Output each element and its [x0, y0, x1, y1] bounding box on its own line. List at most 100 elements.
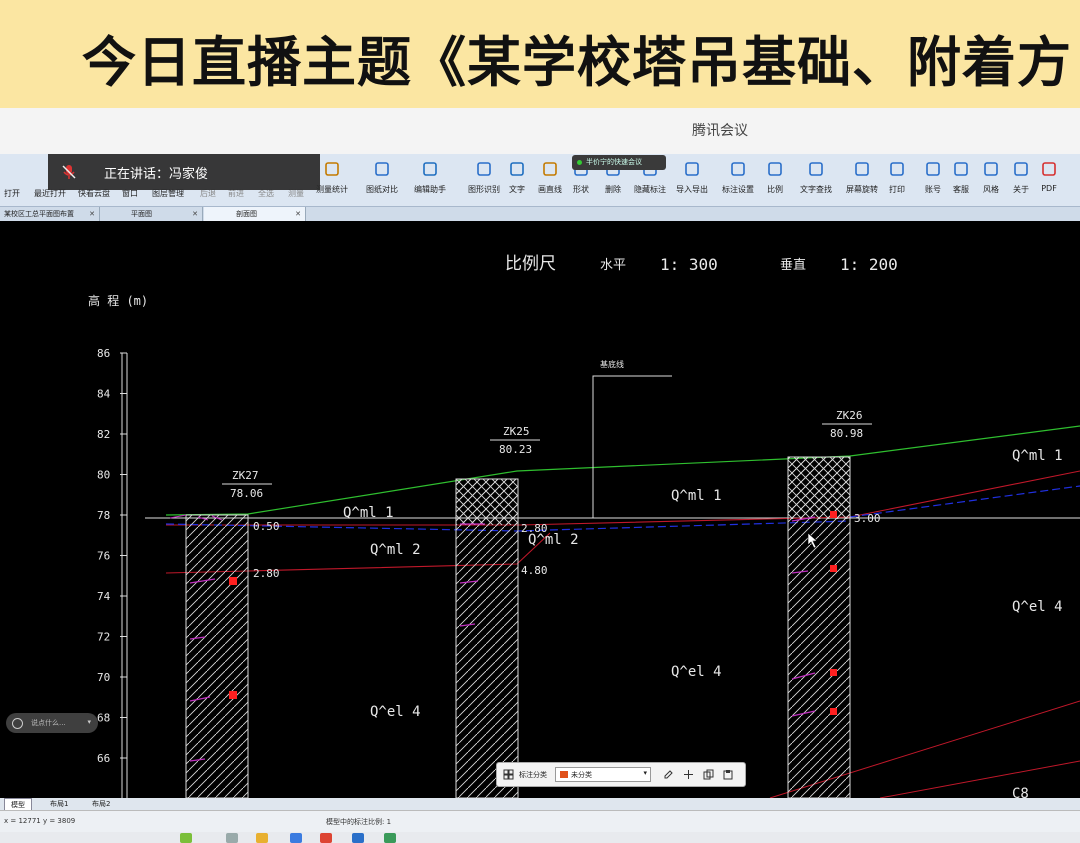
banner-title: 今日直播主题《某学校塔吊基础、附着方: [82, 31, 1072, 94]
toolbar-button[interactable]: 图形识别: [468, 156, 500, 204]
doc-tab-plan[interactable]: 平面图 ✕: [101, 207, 203, 221]
strata-boundary-4: [879, 760, 1080, 798]
toolbar-button[interactable]: 打印: [888, 156, 906, 204]
sample-marker: [830, 708, 837, 715]
toolbar-button[interactable]: 导入导出: [676, 156, 708, 204]
borehole-zk25-fill: [456, 479, 518, 525]
layout-tabs: 模型 布局1 布局2: [0, 798, 1080, 811]
y-axis-tick-label: 76: [97, 550, 110, 563]
toolbar-button[interactable]: 图纸对比: [366, 156, 398, 204]
app-taskbar-icon[interactable]: [320, 833, 332, 843]
annotation-category-select[interactable]: 未分类 ▾: [555, 767, 651, 782]
grid-icon[interactable]: [503, 769, 514, 780]
doc-tab-label: 剖面图: [236, 210, 257, 218]
doc-tab-label: 平面图: [131, 210, 152, 218]
toolbar-button-label: 打印: [889, 185, 905, 194]
print-icon: [888, 160, 906, 178]
toolbar-button-label: 屏幕旋转: [846, 185, 878, 194]
app-taskbar-icon[interactable]: [180, 833, 192, 843]
toolbar-button-label: 隐藏标注: [634, 185, 666, 194]
toolbar-button[interactable]: 文字查找: [800, 156, 832, 204]
borehole-elev: 78.06: [230, 487, 263, 500]
sample-marker: [830, 669, 837, 676]
toolbar-button[interactable]: 文字: [508, 156, 526, 204]
toolbar-button[interactable]: 关于: [1012, 156, 1030, 204]
cursor-coordinates: x = 12771 y = 3809: [4, 817, 76, 825]
annotation-category-label: 标注分类: [519, 771, 547, 779]
scale-vertical-label: 垂直: [780, 258, 806, 273]
base-line-label: 基底线: [600, 359, 624, 369]
layer-label: C8: [1012, 786, 1029, 798]
toolbar-button[interactable]: 屏幕旋转: [846, 156, 878, 204]
chevron-down-icon[interactable]: ▾: [87, 718, 91, 726]
section-drawing: 比例尺 水平 1: 300 垂直 1: 200 高 程 (m) 86 84 82 80…: [88, 254, 1080, 798]
toolbar-button[interactable]: 画直线: [538, 156, 562, 204]
toolbar-button-label: 画直线: [538, 185, 562, 194]
y-axis-tick-label: 70: [97, 671, 110, 684]
ground-surface-line: [165, 425, 1080, 516]
layer-label: Q^ml 1: [671, 488, 722, 504]
layout-tab-1[interactable]: 布局1: [44, 798, 74, 810]
app-taskbar-icon[interactable]: [384, 833, 396, 843]
text-icon: [508, 160, 526, 178]
y-axis-tick-label: 66: [97, 752, 110, 765]
toolbar-button[interactable]: 测量统计: [316, 156, 348, 204]
toolbar-button-label: PDF: [1041, 184, 1057, 193]
cad-drawing-canvas[interactable]: 比例尺 水平 1: 300 垂直 1: 200 高 程 (m) 86 84 82 80…: [0, 221, 1080, 798]
close-icon[interactable]: ✕: [295, 207, 301, 221]
layer-label: Q^el 4: [370, 704, 421, 720]
water-line-right: [849, 485, 1080, 518]
app-taskbar-icon[interactable]: [290, 833, 302, 843]
status-bar: x = 12771 y = 3809 模型中的标注比例: 1: [0, 810, 1080, 833]
paste-icon[interactable]: [723, 769, 734, 780]
settings-icon: [729, 160, 747, 178]
y-axis-tick-label: 86: [97, 347, 110, 360]
meeting-app-title: 腾讯会议: [692, 123, 748, 139]
muted-mic-icon: [62, 165, 76, 179]
chat-input[interactable]: 说点什么... ▾: [6, 713, 98, 733]
style-icon: [982, 160, 1000, 178]
layer-label: Q^el 4: [1012, 599, 1063, 615]
move-icon[interactable]: [683, 769, 694, 780]
y-axis-tick-label: 74: [97, 590, 111, 603]
search-text-icon: [807, 160, 825, 178]
depth-label: 4.80: [521, 564, 548, 577]
sample-marker: [229, 577, 237, 585]
copy-icon[interactable]: [703, 769, 714, 780]
screen-share-status[interactable]: 半价宁的快速会议: [572, 155, 666, 170]
pdf-icon: [1040, 160, 1058, 178]
app-taskbar-icon[interactable]: [352, 833, 364, 843]
scale-horizontal-label: 水平: [600, 258, 626, 273]
toolbar-button[interactable]: 打开: [4, 176, 20, 202]
toolbar-button[interactable]: 比例: [766, 156, 784, 204]
chat-placeholder: 说点什么...: [31, 719, 66, 727]
toolbar-button[interactable]: 风格: [982, 156, 1000, 204]
toolbar-button[interactable]: 客服: [952, 156, 970, 204]
layer-label: Q^ml 2: [528, 532, 579, 548]
headset-icon: [952, 160, 970, 178]
toolbar-button[interactable]: 账号: [924, 156, 942, 204]
layout-tab-2[interactable]: 布局2: [86, 798, 116, 810]
close-icon[interactable]: ✕: [89, 207, 95, 221]
toolbar-button[interactable]: 标注设置: [722, 156, 754, 204]
scale-icon: [766, 160, 784, 178]
emoji-icon[interactable]: [12, 717, 23, 729]
live-topic-banner: 今日直播主题《某学校塔吊基础、附着方: [0, 0, 1080, 108]
folder-taskbar-icon[interactable]: [256, 833, 268, 843]
toolbar-button[interactable]: 编辑助手: [414, 156, 446, 204]
recognize-icon: [475, 160, 493, 178]
chevron-down-icon: ▾: [643, 769, 647, 777]
layer-label: Q^el 4: [671, 664, 722, 680]
app-taskbar-icon[interactable]: [226, 833, 238, 843]
strata-boundary-1: [166, 470, 1080, 526]
doc-tab-section[interactable]: 剖面图 ✕: [204, 207, 306, 221]
measure-stats-icon: [323, 160, 341, 178]
close-icon[interactable]: ✕: [192, 207, 198, 221]
edit-icon[interactable]: [663, 769, 674, 780]
toolbar-button[interactable]: PDF: [1040, 156, 1058, 204]
scale-vertical-value: 1: 200: [840, 255, 898, 274]
doc-tab-site-plan[interactable]: 某校区工总平面图布置 ✕: [0, 207, 100, 221]
base-line-marker: [592, 375, 672, 518]
y-axis-tick-label: 72: [97, 631, 110, 644]
toolbar-button-label: 图纸对比: [366, 185, 398, 194]
